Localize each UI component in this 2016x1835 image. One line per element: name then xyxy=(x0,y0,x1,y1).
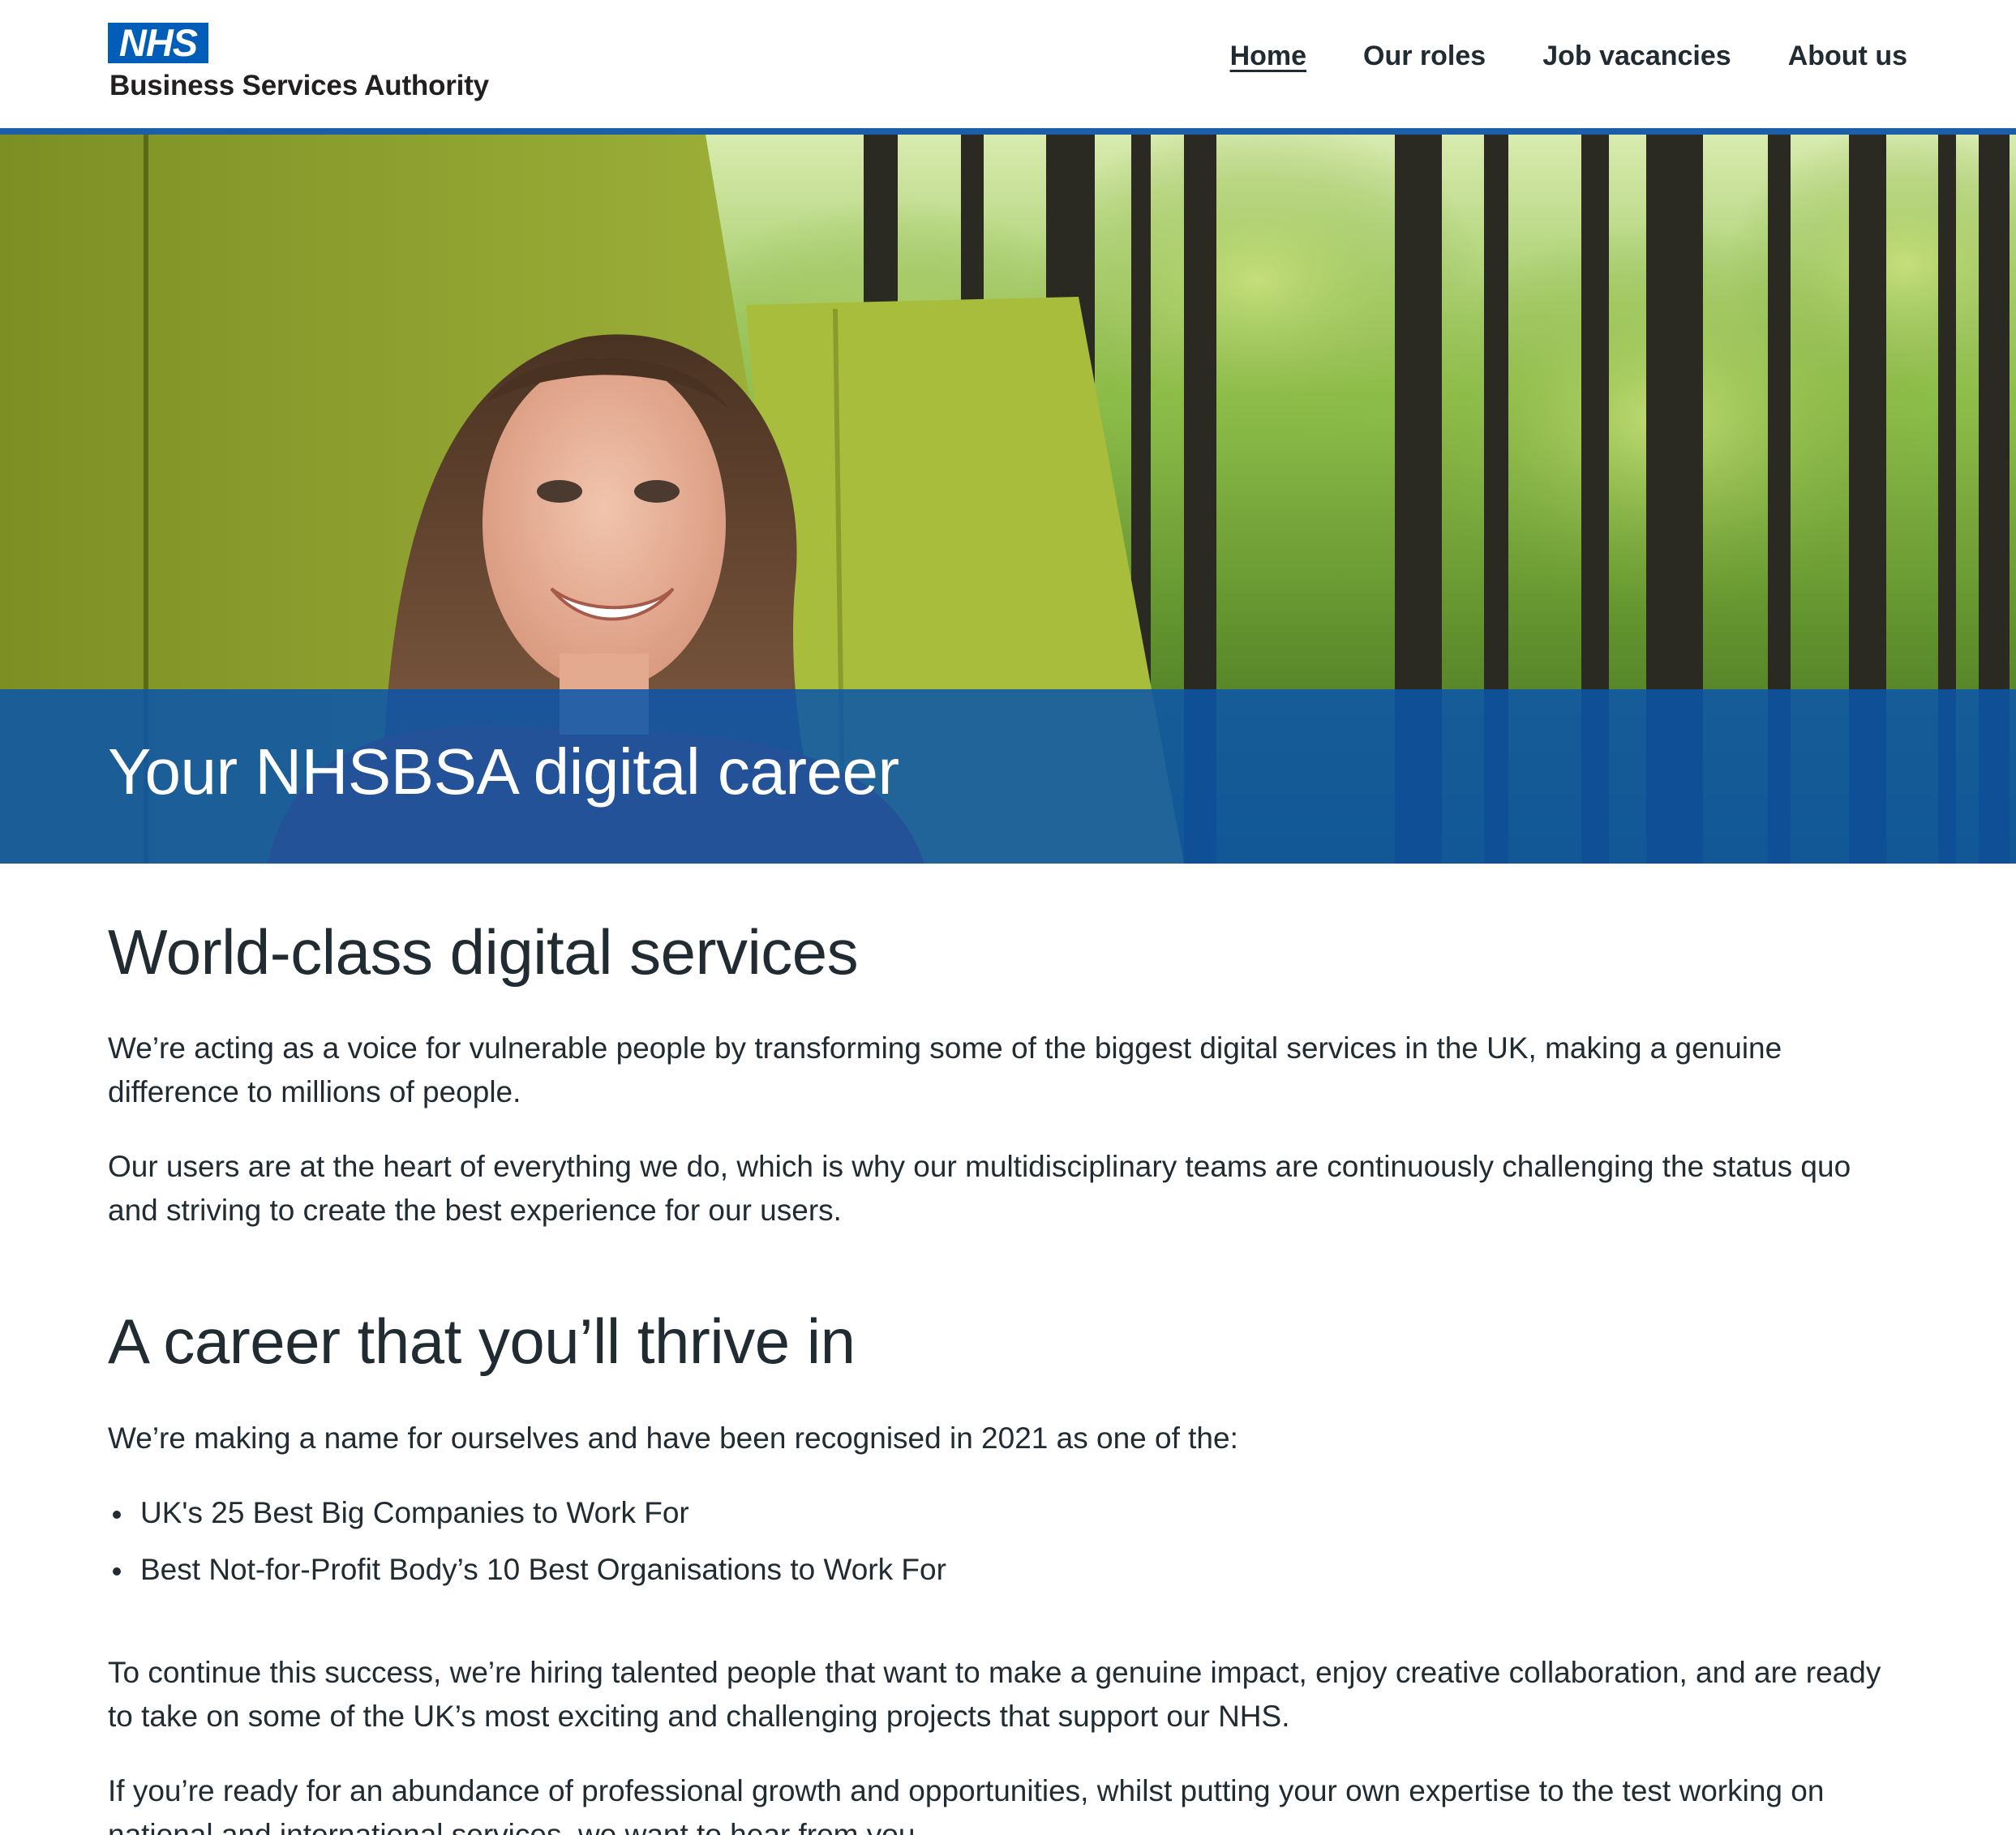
nav-link-our-roles[interactable]: Our roles xyxy=(1363,41,1486,72)
hero-banner: Your NHSBSA digital career xyxy=(0,135,2016,864)
logo-organisation-name: Business Services Authority xyxy=(109,70,489,101)
hero-title: Your NHSBSA digital career xyxy=(108,735,899,808)
nav-link-about-us[interactable]: About us xyxy=(1788,41,1907,72)
award-item: Best Not-for-Profit Body’s 10 Best Organ… xyxy=(108,1548,946,1592)
nhs-logo-mark: NHS xyxy=(108,23,208,63)
primary-nav: Home Our roles Job vacancies About us xyxy=(1230,41,1907,72)
paragraph-career-2: If you’re ready for an abundance of prof… xyxy=(108,1774,1825,1835)
paragraph-worldclass-1: We’re acting as a voice for vulnerable p… xyxy=(108,1031,1782,1108)
paragraph-career-intro: We’re making a name for ourselves and ha… xyxy=(108,1421,1238,1455)
paragraph-worldclass-2: Our users are at the heart of everything… xyxy=(108,1150,1851,1227)
header-divider xyxy=(0,128,2016,135)
awards-list: UK's 25 Best Big Companies to Work For B… xyxy=(108,1491,946,1592)
paragraph-career-1: To continue this success, we’re hiring t… xyxy=(108,1656,1881,1733)
heading-world-class-digital-services: World-class digital services xyxy=(108,916,859,988)
nav-link-job-vacancies[interactable]: Job vacancies xyxy=(1542,41,1731,72)
nav-link-home[interactable]: Home xyxy=(1230,41,1306,72)
award-item: UK's 25 Best Big Companies to Work For xyxy=(108,1491,946,1535)
heading-career-thrive: A career that you’ll thrive in xyxy=(108,1306,856,1377)
site-header: NHS Business Services Authority Home Our… xyxy=(0,0,2016,128)
